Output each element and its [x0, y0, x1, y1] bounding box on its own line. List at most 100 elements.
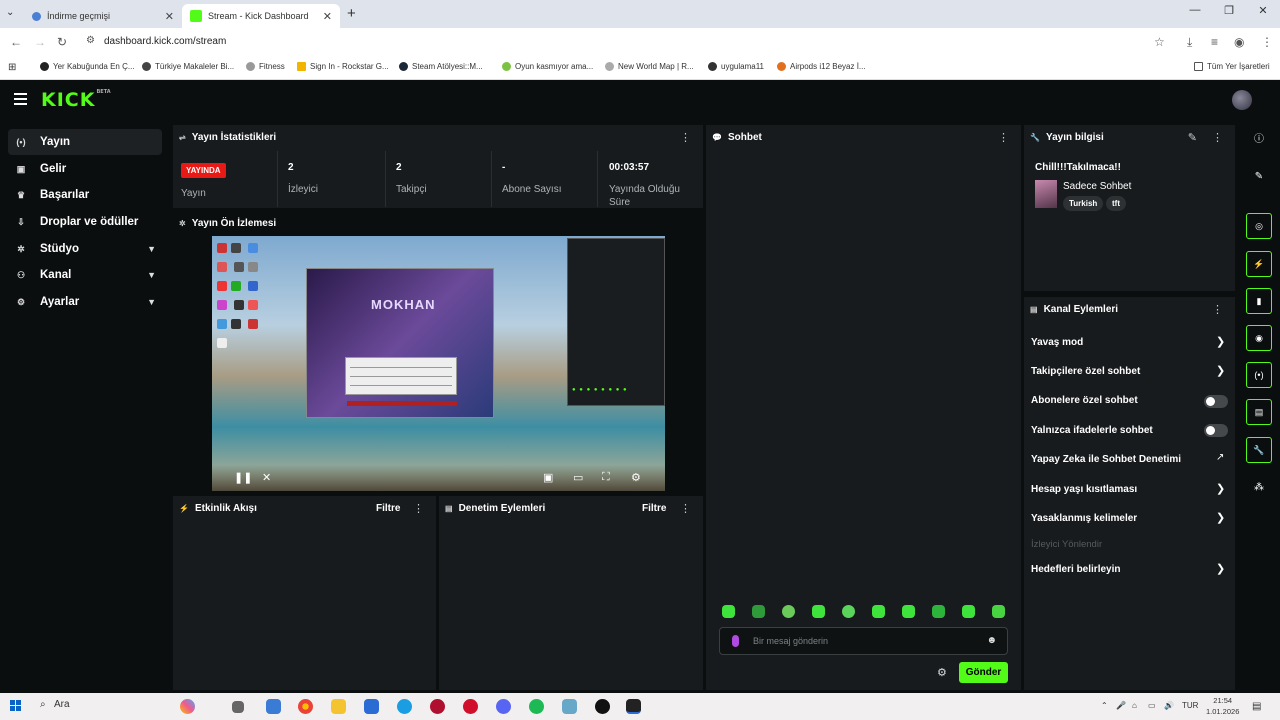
chat-input[interactable]: Bir mesaj gönderin ☻: [719, 627, 1008, 655]
kick-logo[interactable]: KICKBETA: [41, 89, 111, 111]
profile-icon[interactable]: ◉: [1234, 35, 1244, 49]
fullscreen-icon[interactable]: ⛶: [602, 471, 610, 484]
emote[interactable]: [842, 605, 855, 618]
edit-icon[interactable]: ✎: [1188, 131, 1197, 144]
emote[interactable]: [752, 605, 765, 618]
emote[interactable]: [962, 605, 975, 618]
bookmark-item[interactable]: Airpods i12 Beyaz İ...: [777, 62, 866, 71]
new-tab-icon[interactable]: +: [347, 5, 356, 22]
stream-preview[interactable]: MOKHAN ● ● ● ● ● ● ● ● ❚❚ ✕ ▣ ▭ ⛶ ⚙: [212, 236, 665, 491]
apps-icon[interactable]: ⊞: [8, 62, 16, 73]
emote[interactable]: [782, 605, 795, 618]
sidebar-item-ayarlar[interactable]: ⚙ Ayarlar ▼: [8, 289, 162, 315]
action-set-goals[interactable]: Hedefleri belirleyin: [1031, 564, 1120, 575]
mic-tray-icon[interactable]: 🎤: [1116, 701, 1126, 710]
spotify-icon[interactable]: [529, 699, 544, 714]
sidebar-item-kanal[interactable]: ⚇ Kanal ▼: [8, 262, 162, 288]
url-field[interactable]: dashboard.kick.com/stream: [104, 36, 226, 47]
external-link-icon[interactable]: ↗: [1216, 452, 1224, 463]
kick-app-icon[interactable]: [626, 699, 641, 714]
taskbar-search[interactable]: ⌕ Ara: [40, 699, 70, 710]
bookmark-item[interactable]: Türkiye Makaleler Bi...: [142, 62, 234, 71]
bookmark-item[interactable]: Steam Atölyesi::M...: [399, 62, 483, 71]
sidebar-item-yayin[interactable]: (•) Yayın: [8, 129, 162, 155]
notification-icon[interactable]: ▤: [1252, 701, 1261, 712]
bookmark-item[interactable]: Oyun kasmıyor ama...: [502, 62, 593, 71]
network-icon[interactable]: ▭: [1148, 701, 1156, 710]
kebab-menu-icon[interactable]: ⋮: [680, 502, 691, 515]
filter-button[interactable]: Filtre: [376, 503, 400, 514]
sidebar-item-basarilar[interactable]: ♛ Başarılar: [8, 182, 162, 208]
copilot-icon[interactable]: [180, 699, 195, 714]
emotes-only-toggle[interactable]: [1204, 424, 1228, 437]
kebab-menu-icon[interactable]: ⋮: [413, 502, 424, 515]
rail-stats-icon[interactable]: ◎: [1246, 213, 1272, 239]
theater-icon[interactable]: ▭: [573, 471, 583, 484]
pencil-icon[interactable]: ✎: [1246, 164, 1272, 190]
opera-icon[interactable]: [430, 699, 445, 714]
windows-start-icon[interactable]: [10, 700, 22, 712]
kebab-menu-icon[interactable]: ⋮: [680, 131, 691, 144]
tab-downloads[interactable]: İndirme geçmişi ✕: [24, 4, 182, 28]
chrome-icon[interactable]: [298, 699, 313, 714]
mute-icon[interactable]: ✕: [262, 471, 271, 484]
bookmark-item[interactable]: Yer Kabuğunda En Ç...: [40, 62, 135, 71]
tray-chevron-icon[interactable]: ⌃: [1101, 701, 1108, 710]
site-info-icon[interactable]: ⚙: [86, 35, 95, 46]
chevron-right-icon[interactable]: ❯: [1216, 335, 1225, 348]
tab-kick-dashboard[interactable]: Stream - Kick Dashboard ✕: [182, 4, 340, 28]
bookmark-item[interactable]: uygulama11: [708, 62, 764, 71]
file-explorer-icon[interactable]: [331, 699, 346, 714]
close-icon[interactable]: ✕: [165, 10, 174, 23]
kebab-menu-icon[interactable]: ⋮: [998, 131, 1009, 144]
bookmark-item[interactable]: New World Map | R...: [605, 62, 694, 71]
emoji-icon[interactable]: ☻: [986, 635, 997, 646]
chevron-right-icon[interactable]: ❯: [1216, 482, 1225, 495]
rail-chat-icon[interactable]: ◉: [1246, 325, 1272, 351]
close-icon[interactable]: ✕: [323, 10, 332, 23]
chevron-right-icon[interactable]: ❯: [1216, 511, 1225, 524]
chevron-right-icon[interactable]: ❯: [1216, 364, 1225, 377]
action-ai-moderation[interactable]: Yapay Zeka ile Sohbet Denetimi: [1031, 454, 1181, 465]
action-followers-only[interactable]: Takipçilere özel sohbet: [1031, 366, 1140, 377]
downloads-icon[interactable]: ⤓: [1187, 35, 1192, 50]
rail-broadcast-icon[interactable]: (•): [1246, 362, 1272, 388]
tag-badge[interactable]: tft: [1106, 196, 1126, 211]
sidebar-item-studyo[interactable]: ✲ Stüdyo ▼: [8, 236, 162, 262]
emote[interactable]: [812, 605, 825, 618]
kebab-menu-icon[interactable]: ⋮: [1212, 131, 1223, 144]
app-icon[interactable]: [463, 699, 478, 714]
pause-icon[interactable]: ❚❚: [234, 471, 252, 484]
action-banned-words[interactable]: Yasaklanmış kelimeler: [1031, 513, 1137, 524]
tray-icon[interactable]: ⌂: [1132, 701, 1137, 710]
hamburger-menu-icon[interactable]: [14, 93, 27, 108]
task-view-icon[interactable]: [232, 701, 244, 713]
back-icon[interactable]: ←: [10, 35, 22, 49]
tag-badge[interactable]: Turkish: [1063, 196, 1104, 211]
chat-settings-icon[interactable]: ⚙: [937, 666, 947, 679]
rail-lightning-icon[interactable]: ⚡: [1246, 251, 1272, 277]
bookmark-star-icon[interactable]: ☆: [1154, 35, 1165, 49]
emote[interactable]: [872, 605, 885, 618]
language-indicator[interactable]: TUR: [1182, 701, 1198, 710]
mic-icon[interactable]: [732, 635, 739, 647]
tab-search-icon[interactable]: ⌄: [6, 7, 14, 18]
info-icon[interactable]: ⓘ: [1246, 127, 1272, 153]
bookmark-item[interactable]: Fitness: [246, 62, 285, 71]
edge-icon[interactable]: [397, 699, 412, 714]
forward-icon[interactable]: →: [34, 35, 46, 49]
steam-icon[interactable]: [595, 699, 610, 714]
window-close-icon[interactable]: ✕: [1246, 4, 1280, 17]
player-settings-icon[interactable]: ⚙: [631, 471, 641, 484]
sidebar-item-droplar[interactable]: ⇩ Droplar ve ödüller: [8, 209, 162, 235]
rail-apps-icon[interactable]: ⁂: [1246, 475, 1272, 501]
reload-icon[interactable]: ↻: [57, 35, 67, 49]
menu-icon[interactable]: ⋮: [1261, 35, 1273, 49]
store-icon[interactable]: [364, 699, 379, 714]
send-button[interactable]: Gönder: [959, 662, 1008, 683]
filter-button[interactable]: Filtre: [642, 503, 666, 514]
rail-document-icon[interactable]: ▮: [1246, 288, 1272, 314]
emote[interactable]: [992, 605, 1005, 618]
discord-icon[interactable]: [496, 699, 511, 714]
emote[interactable]: [902, 605, 915, 618]
